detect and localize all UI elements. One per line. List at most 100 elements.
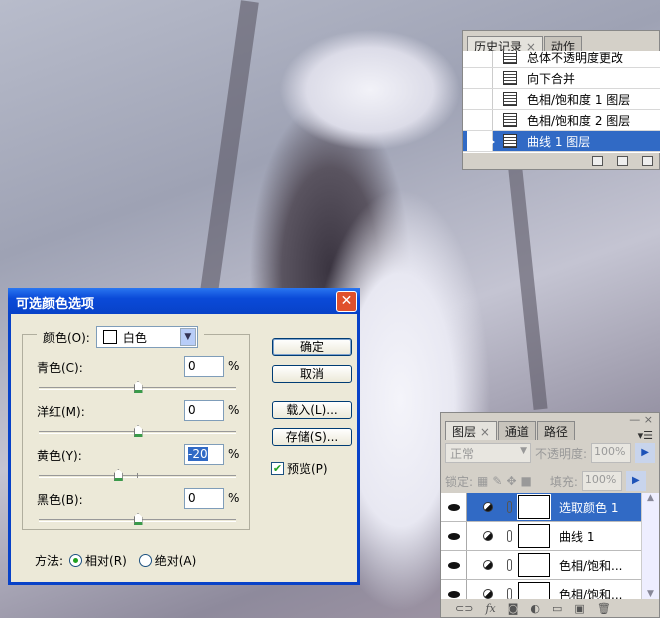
opacity-arrow-icon[interactable]: ▶ (635, 443, 656, 463)
history-state-icon (503, 92, 517, 106)
save-button[interactable]: 存储(S)... (272, 428, 352, 446)
tab-paths[interactable]: 路径 (536, 421, 575, 440)
yellow-slider[interactable] (39, 469, 236, 481)
checkmark-icon[interactable]: ✔ (271, 462, 284, 475)
camera-snapshot-icon[interactable] (617, 156, 628, 166)
trash-icon[interactable] (642, 156, 653, 166)
history-item-label: 色相/饱和度 1 图层 (527, 92, 631, 107)
history-state-icon (503, 134, 517, 148)
fill-arrow-icon[interactable]: ▶ (625, 471, 646, 491)
yellow-input[interactable]: -20 (184, 444, 224, 465)
fill-input[interactable]: 100% (581, 471, 622, 491)
cyan-slider[interactable] (39, 381, 236, 393)
opacity-input[interactable]: 100% (591, 443, 632, 463)
magenta-label: 洋红(M): (37, 405, 85, 419)
layer-mask-thumbnail[interactable] (518, 553, 550, 577)
layer-row-selected[interactable]: 选取颜色 1 (441, 493, 641, 522)
snapshot-box[interactable] (467, 89, 493, 109)
link-layers-icon[interactable]: ⊂⊃ (455, 602, 473, 615)
load-button[interactable]: 载入(L)... (272, 401, 352, 419)
fx-icon[interactable]: fx (485, 602, 495, 615)
link-icon (507, 588, 512, 599)
black-input[interactable]: 0 (184, 488, 224, 509)
lock-brush-icon[interactable]: ✎ (492, 474, 502, 488)
layers-scrollbar[interactable]: ▲ ▼ (641, 493, 659, 599)
layer-row[interactable]: 色相/饱和... (441, 580, 641, 599)
add-mask-icon[interactable]: ◙ (508, 602, 519, 615)
cyan-value: 0 (188, 359, 196, 373)
cyan-input[interactable]: 0 (184, 356, 224, 377)
lock-move-icon[interactable]: ✥ (506, 474, 516, 488)
layers-panel: — × 图层 × 通道 路径 ▾☰ 正常 ▼ 不透明度: 100% ▶ 锁定: ▦… (440, 412, 660, 618)
history-item[interactable]: 向下合并 (463, 68, 660, 89)
black-slider[interactable] (39, 513, 236, 525)
layer-row[interactable]: 曲线 1 (441, 522, 641, 551)
adjustment-layer-icon (483, 589, 493, 599)
preview-checkbox[interactable]: ✔ 预览(P) (271, 460, 328, 477)
slider-thumb[interactable] (133, 513, 143, 525)
radio-selected-icon[interactable] (69, 554, 83, 567)
radio-label: 相对(R) (85, 554, 127, 568)
snapshot-box[interactable] (467, 110, 493, 130)
history-state-icon (503, 71, 517, 85)
method-absolute-radio[interactable]: 绝对(A) (138, 552, 196, 569)
lock-all-icon[interactable]: ■ (521, 474, 532, 488)
color-select[interactable]: 白色 ▼ (95, 326, 198, 348)
trash-icon[interactable]: 🗑 (597, 602, 611, 615)
eye-icon[interactable] (441, 522, 467, 550)
eye-icon[interactable] (441, 551, 467, 579)
blend-mode-select[interactable]: 正常 ▼ (445, 443, 531, 463)
magenta-slider[interactable] (39, 425, 236, 437)
selective-color-dialog: 可选颜色选项 ✕ 颜色(O): 白色 ▼ 青色(C): 0 % 洋红(M): 0 … (8, 288, 360, 585)
magenta-input[interactable]: 0 (184, 400, 224, 421)
yellow-label: 黄色(Y): (37, 449, 82, 463)
history-state-icon (503, 51, 517, 64)
radio-icon[interactable] (138, 554, 152, 567)
layer-mask-thumbnail[interactable] (518, 524, 550, 548)
history-item[interactable]: 色相/饱和度 2 图层 (463, 110, 660, 131)
slider-thumb[interactable] (133, 425, 143, 437)
history-item[interactable]: 色相/饱和度 1 图层 (463, 89, 660, 110)
history-item-selected[interactable]: 曲线 1 图层 (463, 131, 660, 152)
close-icon[interactable]: × (480, 425, 490, 439)
layers-list: 选取颜色 1 曲线 1 色相/饱和... 色相/饱和... (441, 493, 641, 599)
cancel-button[interactable]: 取消 (272, 365, 352, 383)
layer-mask-thumbnail[interactable] (518, 582, 550, 599)
layer-name: 选取颜色 1 (559, 500, 619, 515)
close-button[interactable]: ✕ (336, 291, 357, 312)
black-label: 黑色(B): (37, 493, 83, 507)
percent-label: % (228, 403, 240, 417)
slider-thumb[interactable] (133, 381, 143, 393)
cyan-label: 青色(C): (37, 361, 83, 375)
ok-button[interactable]: 确定 (272, 338, 352, 356)
method-relative-radio[interactable]: 相对(R) (69, 552, 127, 569)
new-document-icon[interactable] (592, 156, 603, 166)
adjustment-layer-icon (483, 531, 493, 541)
tab-channels[interactable]: 通道 (497, 421, 536, 440)
eye-icon[interactable] (441, 493, 467, 521)
slider-thumb[interactable] (113, 469, 123, 481)
snapshot-box[interactable] (467, 51, 493, 67)
layer-name: 曲线 1 (559, 529, 595, 544)
dialog-titlebar[interactable]: 可选颜色选项 ✕ (8, 288, 360, 314)
history-item-label: 曲线 1 图层 (527, 134, 591, 149)
dialog-title: 可选颜色选项 (16, 297, 95, 312)
panel-minimize-close-icon[interactable]: — × (629, 413, 653, 426)
panel-menu-icon[interactable]: ▾☰ (638, 429, 653, 442)
new-layer-icon[interactable]: ▣ (574, 602, 584, 615)
layer-row[interactable]: 色相/饱和... (441, 551, 641, 580)
snapshot-box[interactable] (467, 68, 493, 88)
adjustment-layer-icon (483, 502, 493, 512)
lock-label: 锁定: (445, 474, 474, 489)
link-icon (507, 559, 512, 571)
history-item[interactable]: 总体不透明度更改 (463, 51, 660, 68)
new-adjustment-layer-icon[interactable]: ◐ (530, 602, 540, 615)
new-group-icon[interactable]: ▭ (552, 602, 562, 615)
lock-transparency-icon[interactable]: ▦ (477, 474, 488, 488)
layer-mask-thumbnail[interactable] (517, 494, 551, 520)
blend-mode-value: 正常 (450, 447, 475, 461)
eye-icon[interactable] (441, 580, 467, 599)
tab-label: 图层 (452, 425, 477, 439)
tab-layers[interactable]: 图层 × (445, 421, 497, 440)
chevron-down-icon[interactable]: ▼ (179, 328, 196, 346)
